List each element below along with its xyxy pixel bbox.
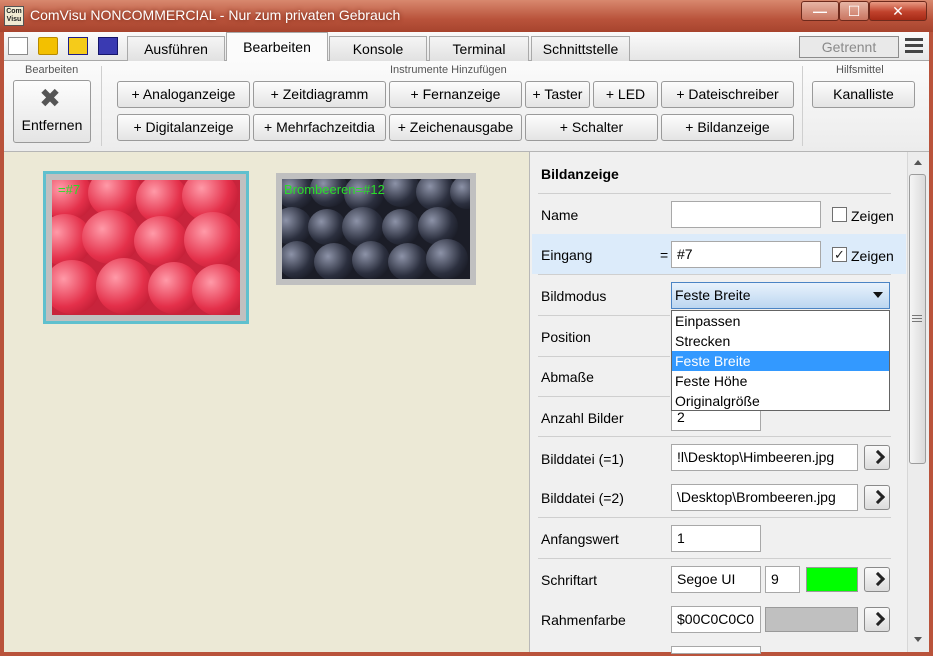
image-caption: =#7 <box>58 182 81 197</box>
add-remote-display-button[interactable]: + Fernanzeige <box>389 81 522 108</box>
font-name-input[interactable]: Segoe UI <box>671 566 761 593</box>
file2-browse-button[interactable] <box>864 485 890 510</box>
mode-option-selected[interactable]: Feste Breite <box>672 351 889 371</box>
tab-bearbeiten[interactable]: Bearbeiten <box>226 32 328 62</box>
app-icon: Com Visu <box>4 6 24 26</box>
divider <box>538 436 891 437</box>
name-show-checkbox[interactable] <box>832 207 847 222</box>
image-display-raspberries[interactable]: =#7 <box>43 171 249 324</box>
font-picker-button[interactable] <box>864 567 890 592</box>
minimize-button[interactable]: — <box>801 1 839 21</box>
font-color-swatch[interactable] <box>806 567 858 592</box>
remove-label: Entfernen <box>21 117 83 133</box>
add-image-display-button[interactable]: + Bildanzeige <box>661 114 794 141</box>
hamburger-menu-icon[interactable] <box>905 38 923 54</box>
mode-option[interactable]: Strecken <box>672 331 889 351</box>
initial-value-label: Anfangswert <box>541 531 619 547</box>
file2-label: Bilddatei (=2) <box>541 490 624 506</box>
close-button[interactable]: ✕ <box>869 1 927 21</box>
mode-option[interactable]: Originalgröße <box>672 391 889 411</box>
input-show-checkbox[interactable]: ✓ <box>832 247 847 262</box>
tab-konsole[interactable]: Konsole <box>329 36 427 61</box>
mode-dropdown-list: Einpassen Strecken Feste Breite Feste Hö… <box>671 310 890 411</box>
add-push-button-button[interactable]: + Taster <box>525 81 590 108</box>
group-label-tools: Hilfsmittel <box>836 64 884 76</box>
input-equals: = <box>660 247 669 263</box>
input-channel-field[interactable]: #7 <box>671 241 821 268</box>
add-time-diagram-button[interactable]: + Zeitdiagramm <box>253 81 386 108</box>
frame-color-picker-button[interactable] <box>864 607 890 632</box>
save-as-icon[interactable] <box>98 37 118 55</box>
initial-value-input[interactable]: 1 <box>671 525 761 552</box>
mode-label: Bildmodus <box>541 288 607 304</box>
image-display-blackberries[interactable]: Brombeeren=#12 <box>276 173 476 285</box>
add-switch-button[interactable]: + Schalter <box>525 114 658 141</box>
position-label: Position <box>541 329 591 345</box>
name-input[interactable] <box>671 201 821 228</box>
minimize-icon: — <box>813 3 827 19</box>
save-icon[interactable] <box>68 37 88 55</box>
raspberry-image: =#7 <box>52 180 240 315</box>
font-label: Schriftart <box>541 572 598 588</box>
ribbon-separator <box>101 66 102 146</box>
input-show-label: Zeigen <box>851 248 894 264</box>
divider <box>538 315 670 316</box>
divider <box>538 193 891 194</box>
add-led-button[interactable]: + LED <box>593 81 658 108</box>
frame-color-input[interactable]: $00C0C0C0 <box>671 606 761 633</box>
divider <box>538 356 670 357</box>
divider <box>538 558 891 559</box>
name-label: Name <box>541 207 579 223</box>
maximize-icon: ☐ <box>847 2 861 19</box>
open-folder-icon[interactable] <box>38 37 58 55</box>
font-size-input[interactable]: 9 <box>765 566 800 593</box>
add-analog-display-button[interactable]: + Analoganzeige <box>117 81 250 108</box>
check-icon: ✓ <box>834 247 845 262</box>
divider <box>538 274 891 275</box>
add-file-writer-button[interactable]: + Dateischreiber <box>661 81 794 108</box>
mode-dropdown[interactable]: Feste Breite <box>671 282 890 309</box>
close-icon: ✕ <box>892 2 904 19</box>
mode-option[interactable]: Feste Höhe <box>672 371 889 391</box>
channel-list-button[interactable]: Kanalliste <box>812 81 915 108</box>
count-label: Anzahl Bilder <box>541 410 624 426</box>
scroll-up-icon[interactable] <box>909 155 927 171</box>
connection-status: Getrennt <box>799 36 899 58</box>
group-label-edit: Bearbeiten <box>25 64 79 76</box>
add-multi-time-diagram-button[interactable]: + Mehrfachzeitdia <box>253 114 386 141</box>
new-file-icon[interactable] <box>8 37 28 55</box>
maximize-button[interactable]: ☐ <box>839 1 869 21</box>
divider <box>538 517 891 518</box>
grip-icon <box>912 315 922 324</box>
panel-title: Bildanzeige <box>541 166 619 182</box>
file1-browse-button[interactable] <box>864 445 890 470</box>
image-caption: Brombeeren=#12 <box>284 182 385 197</box>
frame-color-label: Rahmenfarbe <box>541 612 626 628</box>
chevron-down-icon <box>873 292 883 298</box>
tab-ausfuehren[interactable]: Ausführen <box>127 36 225 61</box>
window-title: ComVisu NONCOMMERCIAL - Nur zum privaten… <box>30 7 401 23</box>
mode-option[interactable]: Einpassen <box>672 311 889 331</box>
tab-schnittstelle[interactable]: Schnittstelle <box>531 36 630 61</box>
group-label-add: Instrumente Hinzufügen <box>390 64 507 76</box>
add-digital-display-button[interactable]: + Digitalanzeige <box>117 114 250 141</box>
file1-label: Bilddatei (=1) <box>541 451 624 467</box>
add-text-output-button[interactable]: + Zeichenausgabe <box>389 114 522 141</box>
frame-color-swatch[interactable] <box>765 607 858 632</box>
remove-icon: ✖ <box>39 83 61 113</box>
next-row-input[interactable] <box>671 646 761 654</box>
name-show-label: Zeigen <box>851 208 894 224</box>
ribbon-separator <box>802 66 803 146</box>
file1-input[interactable]: !l\Desktop\Himbeeren.jpg <box>671 444 858 471</box>
file2-input[interactable]: \Desktop\Brombeeren.jpg <box>671 484 858 511</box>
input-label: Eingang <box>541 247 593 263</box>
blackberry-image: Brombeeren=#12 <box>282 179 470 279</box>
scroll-down-icon[interactable] <box>909 632 927 648</box>
size-label: Abmaße <box>541 369 594 385</box>
divider <box>538 396 670 397</box>
tab-terminal[interactable]: Terminal <box>429 36 529 61</box>
